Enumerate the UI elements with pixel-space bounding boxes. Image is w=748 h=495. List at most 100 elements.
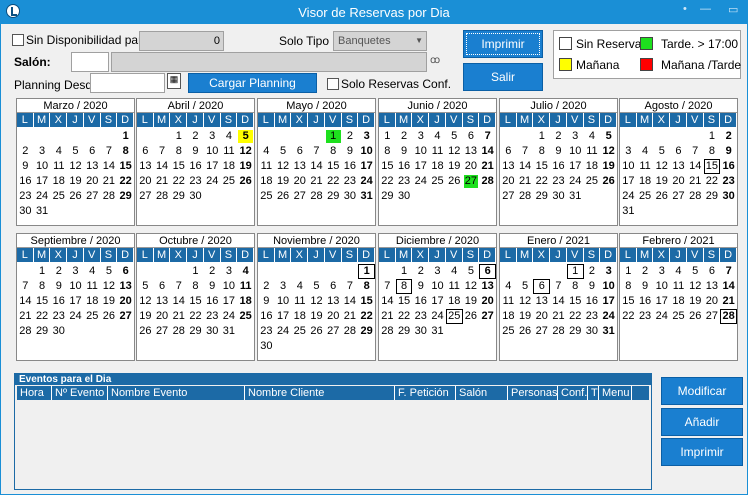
- day-cell[interactable]: 1: [188, 265, 203, 278]
- day-cell[interactable]: 6: [155, 280, 170, 293]
- day-cell[interactable]: 18: [259, 175, 274, 188]
- day-cell[interactable]: 26: [688, 310, 703, 323]
- day-cell[interactable]: 22: [397, 310, 412, 323]
- day-cell[interactable]: 19: [68, 175, 83, 188]
- day-cell[interactable]: 8: [534, 145, 549, 158]
- day-cell[interactable]: 2: [721, 130, 736, 143]
- day-cell[interactable]: 21: [688, 175, 703, 188]
- day-cell[interactable]: 1: [358, 264, 375, 279]
- calendar-icon[interactable]: ▦: [167, 73, 181, 89]
- day-cell[interactable]: 3: [654, 265, 669, 278]
- day-cell[interactable]: 30: [18, 205, 33, 218]
- day-cell[interactable]: 25: [259, 190, 274, 203]
- day-cell[interactable]: 8: [118, 145, 133, 158]
- day-cell[interactable]: 22: [35, 310, 50, 323]
- day-cell[interactable]: 22: [171, 175, 186, 188]
- day-cell[interactable]: 10: [222, 280, 237, 293]
- day-cell[interactable]: 23: [585, 310, 600, 323]
- day-cell[interactable]: 6: [138, 145, 153, 158]
- day-cell[interactable]: 13: [501, 160, 516, 173]
- day-cell[interactable]: 25: [445, 309, 463, 324]
- day-cell[interactable]: 16: [551, 160, 566, 173]
- day-cell[interactable]: 6: [118, 265, 133, 278]
- column-header[interactable]: Nombre Cliente: [245, 386, 395, 400]
- day-cell[interactable]: 9: [18, 160, 33, 173]
- imprimir-bottom-button[interactable]: Imprimir: [661, 438, 743, 466]
- salon-code-field[interactable]: [71, 52, 109, 72]
- day-cell[interactable]: 25: [238, 310, 253, 323]
- day-cell[interactable]: 31: [568, 190, 583, 203]
- day-cell[interactable]: 28: [518, 190, 533, 203]
- day-cell[interactable]: 23: [18, 190, 33, 203]
- day-cell[interactable]: 27: [534, 325, 549, 338]
- day-cell[interactable]: 20: [326, 310, 341, 323]
- day-cell[interactable]: 22: [568, 310, 583, 323]
- day-cell[interactable]: 4: [292, 280, 307, 293]
- day-cell[interactable]: 16: [585, 295, 600, 308]
- day-cell[interactable]: 20: [464, 160, 479, 173]
- day-cell[interactable]: 2: [585, 265, 600, 278]
- day-cell[interactable]: 4: [51, 145, 66, 158]
- day-cell[interactable]: 1: [566, 264, 584, 279]
- day-cell[interactable]: 21: [102, 175, 117, 188]
- day-cell[interactable]: 30: [259, 340, 274, 353]
- day-cell[interactable]: 9: [259, 295, 274, 308]
- day-cell[interactable]: 5: [238, 130, 253, 143]
- day-cell[interactable]: 30: [188, 190, 203, 203]
- day-cell[interactable]: 14: [18, 295, 33, 308]
- day-cell[interactable]: 3: [205, 130, 220, 143]
- column-header[interactable]: Nº Evento: [52, 386, 108, 400]
- day-cell[interactable]: 4: [638, 145, 653, 158]
- day-cell[interactable]: 24: [205, 175, 220, 188]
- day-cell[interactable]: 9: [413, 280, 428, 293]
- day-cell[interactable]: 24: [276, 325, 291, 338]
- day-cell[interactable]: 8: [35, 280, 50, 293]
- day-cell[interactable]: 17: [601, 295, 616, 308]
- day-cell[interactable]: 12: [309, 295, 324, 308]
- day-cell[interactable]: 13: [85, 160, 100, 173]
- day-cell[interactable]: 20: [534, 310, 549, 323]
- day-cell[interactable]: 21: [380, 310, 395, 323]
- day-cell[interactable]: 19: [688, 295, 703, 308]
- day-cell[interactable]: 17: [68, 295, 83, 308]
- day-cell[interactable]: 2: [51, 265, 66, 278]
- column-header[interactable]: Salón: [456, 386, 508, 400]
- day-cell[interactable]: 23: [551, 175, 566, 188]
- day-cell[interactable]: 19: [138, 310, 153, 323]
- day-cell[interactable]: 13: [480, 280, 495, 293]
- day-cell[interactable]: 2: [18, 145, 33, 158]
- day-cell[interactable]: 30: [585, 325, 600, 338]
- day-cell[interactable]: 10: [621, 160, 636, 173]
- day-cell[interactable]: 3: [430, 265, 445, 278]
- day-cell[interactable]: 7: [721, 265, 736, 278]
- day-cell[interactable]: 9: [551, 145, 566, 158]
- day-cell[interactable]: 14: [380, 295, 395, 308]
- day-cell[interactable]: 12: [138, 295, 153, 308]
- day-cell[interactable]: 3: [359, 130, 374, 143]
- day-cell[interactable]: 12: [447, 145, 462, 158]
- day-cell[interactable]: 5: [102, 265, 117, 278]
- day-cell[interactable]: 14: [102, 160, 117, 173]
- day-cell[interactable]: 6: [671, 145, 686, 158]
- day-cell[interactable]: 10: [601, 280, 616, 293]
- day-cell[interactable]: 17: [621, 175, 636, 188]
- day-cell[interactable]: 19: [276, 175, 291, 188]
- day-cell[interactable]: 26: [601, 175, 616, 188]
- solo-reservas-checkbox[interactable]: [327, 78, 339, 90]
- day-cell[interactable]: 11: [501, 295, 516, 308]
- day-cell[interactable]: 10: [568, 145, 583, 158]
- day-cell[interactable]: 5: [518, 280, 533, 293]
- day-cell[interactable]: 7: [18, 280, 33, 293]
- day-cell[interactable]: 10: [359, 145, 374, 158]
- binoculars-icon[interactable]: ꝏ: [430, 55, 440, 66]
- day-cell[interactable]: 2: [413, 265, 428, 278]
- day-cell[interactable]: 15: [359, 295, 374, 308]
- day-cell[interactable]: 14: [155, 160, 170, 173]
- day-cell[interactable]: 28: [720, 309, 737, 324]
- day-cell[interactable]: 27: [292, 190, 307, 203]
- day-cell[interactable]: 6: [292, 145, 307, 158]
- day-cell[interactable]: 3: [222, 265, 237, 278]
- day-cell[interactable]: 5: [688, 265, 703, 278]
- day-cell[interactable]: 4: [447, 265, 462, 278]
- day-cell[interactable]: 19: [464, 295, 479, 308]
